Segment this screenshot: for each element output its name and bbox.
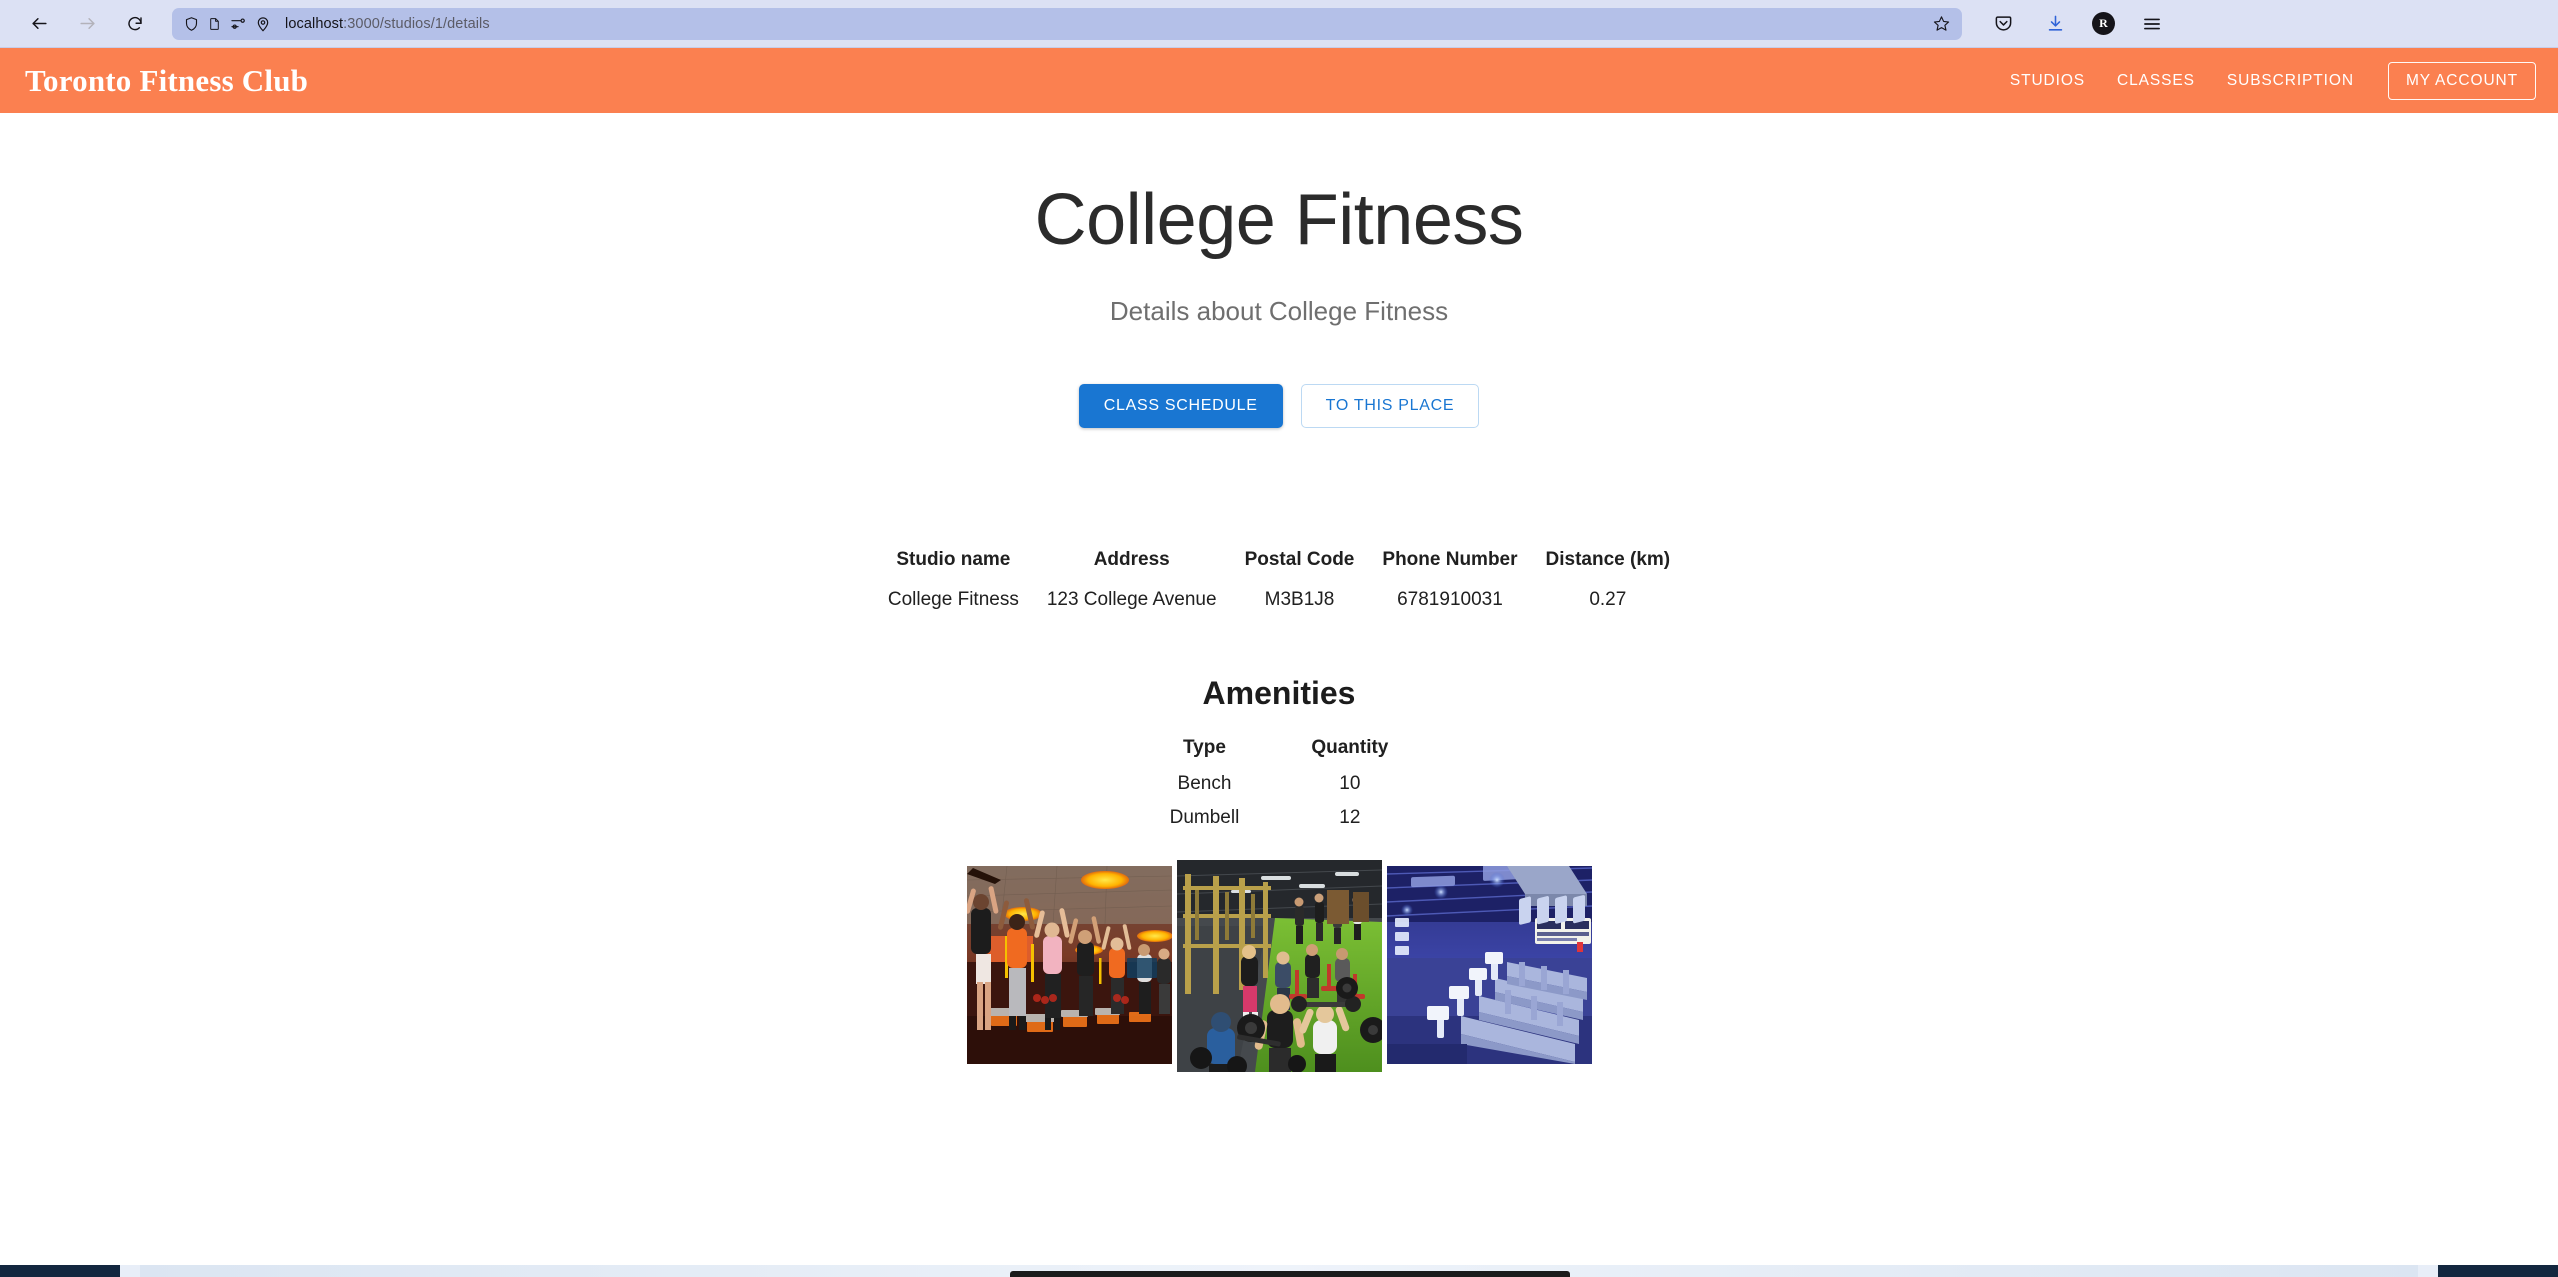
cell-amenity-quantity: 10 [1339, 773, 1361, 795]
hero-actions: CLASS SCHEDULE TO THIS PLACE [0, 384, 2558, 429]
page-content: College Fitness Details about College Fi… [0, 113, 2558, 1277]
studio-photo-group-class[interactable] [966, 866, 1172, 1065]
studio-details-table: Studio name Address Postal Code Phone Nu… [874, 545, 1684, 615]
url-bar[interactable]: localhost:3000/studios/1/details [172, 7, 1962, 40]
nav-item-studios[interactable]: STUDIOS [1994, 62, 2101, 100]
my-account-button[interactable]: MY ACCOUNT [2387, 61, 2536, 100]
browser-toolbar: localhost:3000/studios/1/details R [0, 0, 2558, 48]
cell-amenity-type: Dumbell [1169, 807, 1240, 829]
col-postal-code: Postal Code [1244, 549, 1355, 571]
col-phone-number: Phone Number [1382, 549, 1518, 571]
url-host: localhost [285, 15, 344, 32]
url-text[interactable]: localhost:3000/studios/1/details [285, 16, 490, 32]
page-title: College Fitness [1034, 180, 1524, 260]
col-studio-name: Studio name [896, 549, 1011, 571]
table-header-row: Studio name Address Postal Code Phone Nu… [874, 545, 1684, 575]
cell-postal-code: M3B1J8 [1264, 589, 1335, 611]
hamburger-menu-icon[interactable] [2137, 9, 2167, 39]
table-header-row: Type Quantity [1134, 735, 1425, 761]
os-taskbar-sliver [0, 1265, 2558, 1277]
studio-photo-gallery [0, 860, 2558, 1073]
table-row: College Fitness 123 College Avenue M3B1J… [874, 575, 1684, 615]
table-row: Dumbell 12 [1134, 795, 1425, 829]
cell-studio-name: College Fitness [887, 589, 1019, 611]
page-subtitle: Details about College Fitness [1109, 296, 1449, 327]
col-quantity: Quantity [1311, 737, 1389, 759]
cell-phone-number: 6781910031 [1397, 589, 1503, 611]
nav-links: STUDIOS CLASSES SUBSCRIPTION MY ACCOUNT [1994, 61, 2536, 100]
site-brand[interactable]: Toronto Fitness Club [22, 63, 308, 99]
taskbar-active-window[interactable] [1010, 1271, 1570, 1277]
forward-arrow-icon[interactable] [72, 9, 102, 39]
site-navbar: Toronto Fitness Club STUDIOS CLASSES SUB… [0, 48, 2558, 113]
back-arrow-icon[interactable] [24, 9, 54, 39]
cell-distance: 0.27 [1589, 589, 1627, 611]
taskbar-right-edge [2438, 1265, 2558, 1277]
cell-amenity-type: Bench [1177, 773, 1232, 795]
class-schedule-button[interactable]: CLASS SCHEDULE [1078, 384, 1283, 429]
col-type: Type [1182, 737, 1226, 759]
reader-view-icon[interactable] [208, 16, 221, 32]
studio-details-table-wrap: Studio name Address Postal Code Phone Nu… [0, 428, 2558, 615]
taskbar-left-edge [0, 1265, 120, 1277]
cell-amenity-quantity: 12 [1339, 807, 1361, 829]
reload-icon[interactable] [120, 9, 150, 39]
col-distance: Distance (km) [1545, 549, 1671, 571]
downloads-icon[interactable] [2040, 9, 2070, 39]
hero-section: College Fitness Details about College Fi… [0, 113, 2558, 429]
pocket-icon[interactable] [1988, 9, 2018, 39]
studio-photo-cardio-room[interactable] [1386, 866, 1592, 1065]
browser-toolbar-actions: R [1972, 9, 2173, 39]
firefox-account-avatar[interactable]: R [2092, 12, 2115, 35]
amenities-table: Type Quantity Bench 10 Dumbell 12 [1134, 735, 1425, 829]
permissions-icon[interactable] [230, 16, 246, 32]
to-this-place-button[interactable]: TO THIS PLACE [1300, 384, 1480, 429]
url-path: :3000/studios/1/details [343, 15, 490, 32]
nav-item-classes[interactable]: CLASSES [2101, 62, 2211, 100]
cell-address: 123 College Avenue [1046, 589, 1217, 611]
col-address: Address [1093, 549, 1170, 571]
studio-photo-weight-floor[interactable] [1176, 860, 1382, 1073]
nav-item-subscription[interactable]: SUBSCRIPTION [2211, 62, 2370, 100]
amenities-heading: Amenities [1202, 675, 1356, 712]
star-icon[interactable] [1923, 15, 1950, 32]
shield-icon[interactable] [184, 16, 199, 32]
browser-nav-buttons [16, 9, 150, 39]
table-row: Bench 10 [1134, 761, 1425, 795]
amenities-table-wrap: Type Quantity Bench 10 Dumbell 12 [0, 712, 2558, 829]
location-pin-icon[interactable] [255, 16, 271, 32]
